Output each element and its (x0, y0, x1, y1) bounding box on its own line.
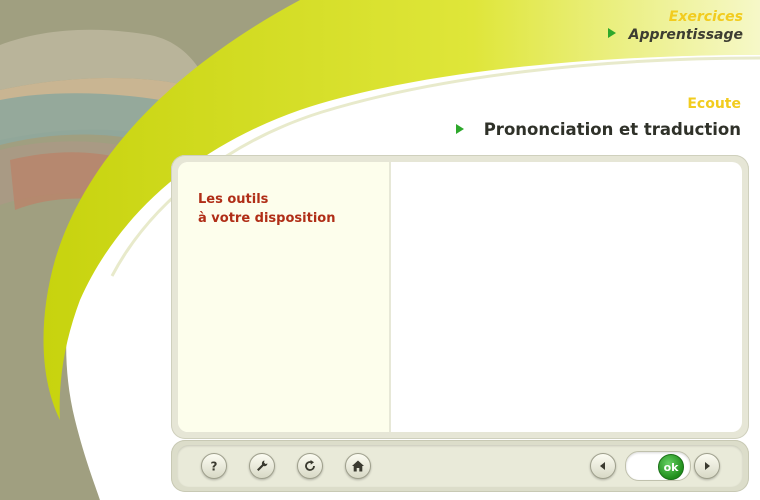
arrow-left-icon (600, 462, 605, 470)
triangle-bullet-icon (607, 28, 616, 38)
panel-inner: Les outils à votre disposition (178, 162, 742, 432)
ok-toggle[interactable]: ok (625, 451, 691, 481)
subsection-breadcrumb: Apprentissage (607, 27, 743, 43)
page-title-label: Prononciation et traduction (483, 120, 741, 139)
help-button[interactable]: ? (201, 453, 227, 479)
main-panel: Les outils à votre disposition (171, 155, 749, 439)
bottom-toolbar: ? ok (171, 440, 749, 492)
refresh-icon (305, 460, 315, 471)
tools-sidebar-title: Les outils à votre disposition (198, 190, 335, 228)
svg-text:?: ? (211, 460, 218, 474)
triangle-bullet-icon (455, 123, 464, 134)
tools-sidebar-title-line1: Les outils (198, 192, 269, 207)
tools-sidebar: Les outils à votre disposition (178, 162, 391, 432)
help-icon: ? (211, 460, 218, 474)
refresh-button[interactable] (297, 453, 323, 479)
home-icon (352, 460, 364, 472)
page-title: Prononciation et traduction (455, 120, 741, 139)
ok-button[interactable]: ok (658, 454, 684, 480)
wrench-icon (257, 460, 268, 471)
toolbar-inner: ? ok (177, 445, 743, 487)
subsection-label: Apprentissage (628, 27, 743, 43)
arrow-right-icon (705, 462, 710, 470)
topic-title: Ecoute (687, 96, 741, 112)
next-button[interactable] (694, 453, 720, 479)
tools-button[interactable] (249, 453, 275, 479)
tools-sidebar-title-line2: à votre disposition (198, 211, 336, 226)
home-button[interactable] (345, 453, 371, 479)
previous-button[interactable] (590, 453, 616, 479)
content-area (391, 162, 742, 432)
section-title: Exercices (668, 9, 743, 25)
